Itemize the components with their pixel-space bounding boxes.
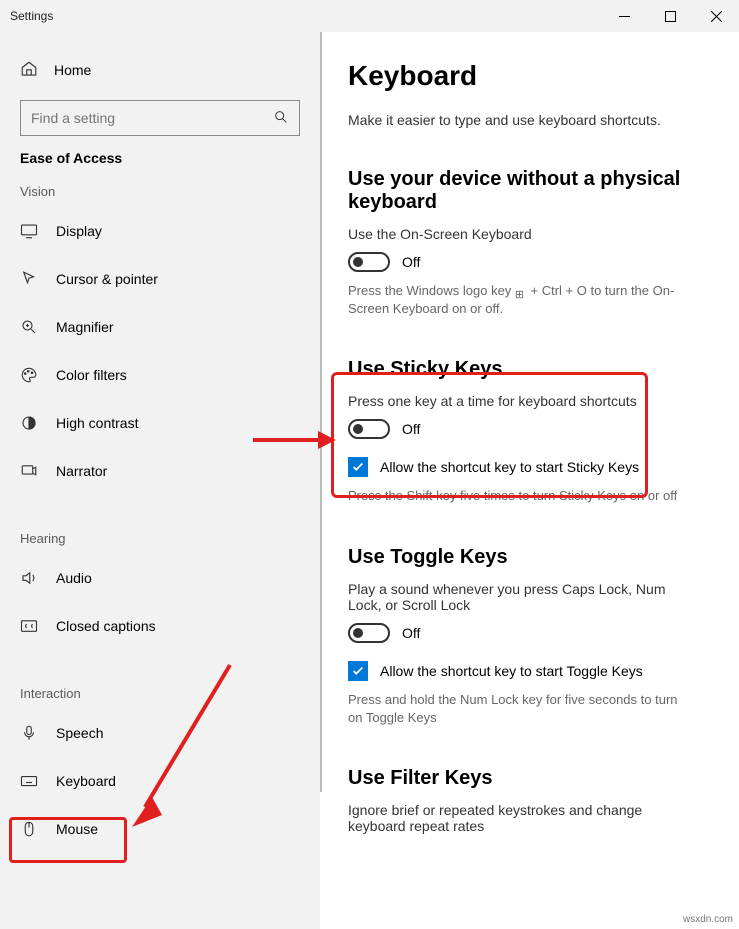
sidebar: Home Ease of Access Vision Display Curso… bbox=[0, 32, 320, 929]
sidebar-item-label: Keyboard bbox=[56, 773, 116, 789]
minimize-button[interactable] bbox=[601, 0, 647, 32]
toggle-state-label: Off bbox=[402, 421, 420, 437]
sidebar-item-label: Cursor & pointer bbox=[56, 271, 158, 287]
sticky-keys-toggle[interactable] bbox=[348, 419, 390, 439]
setting-label: Play a sound whenever you press Caps Loc… bbox=[348, 581, 688, 613]
section-onscreen-keyboard: Use your device without a physical keybo… bbox=[348, 168, 715, 318]
setting-label: Use the On-Screen Keyboard bbox=[348, 226, 715, 242]
narrator-icon bbox=[20, 462, 38, 480]
group-interaction-label: Interaction bbox=[0, 686, 320, 701]
toggle-state-label: Off bbox=[402, 625, 420, 641]
sidebar-item-colorfilters[interactable]: Color filters bbox=[0, 351, 320, 399]
section-heading: Use Filter Keys bbox=[348, 767, 688, 790]
sidebar-item-label: Narrator bbox=[56, 463, 107, 479]
sticky-keys-shortcut-checkbox[interactable] bbox=[348, 457, 368, 477]
search-icon bbox=[273, 109, 289, 128]
sidebar-item-label: Mouse bbox=[56, 821, 98, 837]
audio-icon bbox=[20, 569, 38, 587]
maximize-button[interactable] bbox=[647, 0, 693, 32]
display-icon bbox=[20, 222, 38, 240]
sidebar-item-narrator[interactable]: Narrator bbox=[0, 447, 320, 495]
sidebar-item-label: Color filters bbox=[56, 367, 127, 383]
section-filter-keys: Use Filter Keys Ignore brief or repeated… bbox=[348, 767, 715, 834]
sidebar-item-keyboard[interactable]: Keyboard bbox=[0, 757, 320, 805]
home-icon bbox=[20, 60, 38, 81]
group-vision-label: Vision bbox=[0, 184, 320, 199]
sidebar-item-magnifier[interactable]: Magnifier bbox=[0, 303, 320, 351]
window-buttons bbox=[601, 0, 739, 32]
setting-label: Ignore brief or repeated keystrokes and … bbox=[348, 802, 688, 834]
close-button[interactable] bbox=[693, 0, 739, 32]
sidebar-item-speech[interactable]: Speech bbox=[0, 709, 320, 757]
toggle-keys-shortcut-checkbox[interactable] bbox=[348, 661, 368, 681]
captions-icon bbox=[20, 617, 38, 635]
content-pane: Keyboard Make it easier to type and use … bbox=[320, 32, 739, 929]
sidebar-item-label: Speech bbox=[56, 725, 103, 741]
checkbox-label: Allow the shortcut key to start Sticky K… bbox=[380, 459, 639, 475]
search-input[interactable] bbox=[31, 110, 250, 126]
section-heading: Use Sticky Keys bbox=[348, 358, 688, 381]
sidebar-item-cursor[interactable]: Cursor & pointer bbox=[0, 255, 320, 303]
sidebar-item-closedcaptions[interactable]: Closed captions bbox=[0, 602, 320, 650]
checkbox-label: Allow the shortcut key to start Toggle K… bbox=[380, 663, 643, 679]
section-heading: Use Toggle Keys bbox=[348, 546, 688, 569]
setting-hint: Press the Shift key five times to turn S… bbox=[348, 487, 688, 505]
sidebar-item-mouse[interactable]: Mouse bbox=[0, 805, 320, 853]
palette-icon bbox=[20, 366, 38, 384]
sidebar-item-highcontrast[interactable]: High contrast bbox=[0, 399, 320, 447]
toggle-keys-toggle[interactable] bbox=[348, 623, 390, 643]
cursor-icon bbox=[20, 270, 38, 288]
section-sticky-keys: Use Sticky Keys Press one key at a time … bbox=[348, 358, 715, 505]
microphone-icon bbox=[20, 724, 38, 742]
page-title: Keyboard bbox=[348, 60, 715, 92]
search-box[interactable] bbox=[20, 100, 300, 136]
setting-hint: Press the Windows logo key + Ctrl + O to… bbox=[348, 282, 688, 318]
sidebar-item-audio[interactable]: Audio bbox=[0, 554, 320, 602]
home-link[interactable]: Home bbox=[0, 52, 320, 88]
watermark: wsxdn.com bbox=[683, 914, 733, 925]
setting-hint: Press and hold the Num Lock key for five… bbox=[348, 691, 688, 727]
mouse-icon bbox=[20, 820, 38, 838]
onscreen-keyboard-toggle[interactable] bbox=[348, 252, 390, 272]
window-title: Settings bbox=[10, 9, 53, 23]
sidebar-item-label: High contrast bbox=[56, 415, 138, 431]
windows-key-icon bbox=[515, 286, 527, 298]
group-hearing-label: Hearing bbox=[0, 531, 320, 546]
sidebar-item-label: Magnifier bbox=[56, 319, 114, 335]
contrast-icon bbox=[20, 414, 38, 432]
sidebar-item-label: Closed captions bbox=[56, 618, 156, 634]
section-toggle-keys: Use Toggle Keys Play a sound whenever yo… bbox=[348, 546, 715, 727]
toggle-state-label: Off bbox=[402, 254, 420, 270]
section-heading: Use your device without a physical keybo… bbox=[348, 168, 688, 214]
home-label: Home bbox=[54, 62, 91, 78]
sidebar-item-label: Audio bbox=[56, 570, 92, 586]
page-lead: Make it easier to type and use keyboard … bbox=[348, 112, 715, 128]
setting-label: Press one key at a time for keyboard sho… bbox=[348, 393, 715, 409]
magnifier-icon bbox=[20, 318, 38, 336]
titlebar: Settings bbox=[0, 0, 739, 32]
sidebar-item-label: Display bbox=[56, 223, 102, 239]
keyboard-icon bbox=[20, 772, 38, 790]
sidebar-item-display[interactable]: Display bbox=[0, 207, 320, 255]
category-label: Ease of Access bbox=[0, 150, 320, 166]
